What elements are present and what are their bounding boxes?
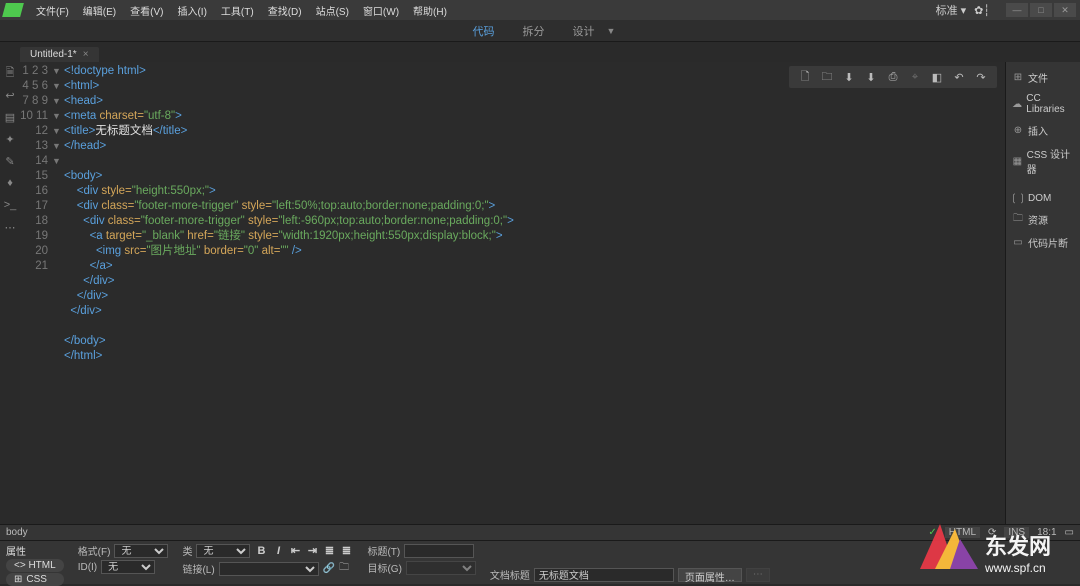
css-icon: ▦ (1012, 155, 1023, 167)
menu-find[interactable]: 查找(D) (262, 1, 308, 20)
more-icon[interactable]: ⋯ (3, 220, 17, 234)
status-cursor-pos: 18:1 (1037, 527, 1056, 538)
view-switch-bar: 代码 拆分 设计 ▼ (0, 20, 1080, 42)
close-button[interactable]: ✕ (1054, 3, 1076, 17)
props-target-label: 目标(G) (367, 560, 401, 575)
inspect-icon: ⌖ (907, 69, 923, 85)
view-design-button[interactable]: 设计 (565, 21, 603, 41)
panel-snippets[interactable]: ▭代码片断 (1006, 231, 1080, 254)
undo-icon[interactable]: ↶ (951, 69, 967, 85)
props-heading: 属性 (6, 543, 64, 558)
terminal-icon[interactable]: >_ (3, 198, 17, 212)
tab-bar: Untitled-1* × (0, 42, 1080, 62)
props-id-label: ID(I) (78, 562, 97, 573)
panel-cclibraries[interactable]: ☁CC Libraries (1006, 89, 1080, 119)
menu-insert[interactable]: 插入(I) (171, 1, 212, 20)
props-html-inspector[interactable]: <> HTML (6, 559, 64, 572)
save-icon[interactable]: ⬇ (841, 69, 857, 85)
props-class-label: 类 (182, 543, 192, 558)
props-target-select (406, 561, 476, 575)
menu-window[interactable]: 窗口(W) (357, 1, 405, 20)
menu-tools[interactable]: 工具(T) (215, 1, 260, 20)
left-toolbar: 🗎 ↩ ▤ ✦ ✎ ♦ >_ ⋯ (0, 62, 20, 524)
right-panels: ⊞文件 ☁CC Libraries ⊕插入 ▦CSS 设计器 ❲❳DOM 🗀资源… (1005, 62, 1080, 524)
preview-icon[interactable]: ◧ (929, 69, 945, 85)
list-props-button: ⋯ (746, 568, 770, 582)
redo-icon[interactable]: ↷ (973, 69, 989, 85)
format-icon[interactable]: ▤ (3, 110, 17, 124)
props-css-inspector[interactable]: ⊞CSS (6, 573, 64, 586)
props-link-label: 链接(L) (182, 561, 214, 576)
menu-edit[interactable]: 编辑(E) (77, 1, 122, 20)
view-split-button[interactable]: 拆分 (515, 21, 553, 41)
panel-assets[interactable]: 🗀资源 (1006, 208, 1080, 231)
panel-insert[interactable]: ⊕插入 (1006, 119, 1080, 142)
props-doctitle-input[interactable] (534, 568, 674, 582)
dom-icon: ❲❳ (1012, 192, 1024, 204)
tab-label: Untitled-1* (30, 49, 77, 60)
ol-button[interactable]: ≣ (339, 544, 353, 558)
brush-icon[interactable]: ✎ (3, 154, 17, 168)
link-browse-icon[interactable]: 🗀 (339, 560, 349, 577)
props-link-select[interactable] (219, 562, 319, 576)
panel-files[interactable]: ⊞文件 (1006, 66, 1080, 89)
bold-button[interactable]: B (254, 544, 268, 558)
props-doctitle-label: 文档标题 (490, 567, 530, 582)
settings-gear-icon[interactable]: ✿┆ (974, 4, 990, 17)
new-file-icon[interactable]: 🗋 (797, 69, 813, 85)
wrap-icon[interactable]: ↩ (3, 88, 17, 102)
ul-button[interactable]: ≣ (322, 544, 336, 558)
cloud-icon: ☁ (1012, 98, 1022, 110)
status-sync-icon[interactable]: ⟳ (988, 527, 996, 538)
print-icon[interactable]: ⎙ (885, 69, 901, 85)
code-editor[interactable]: 1 2 3 4 5 6 7 8 9 10 11 12 13 14 15 16 1… (20, 62, 1005, 524)
file-icon[interactable]: 🗎 (3, 66, 17, 80)
app-logo-icon (2, 3, 24, 17)
workspace-dropdown[interactable]: 标准 ▾ (936, 2, 967, 18)
panel-dom[interactable]: ❲❳DOM (1006, 188, 1080, 208)
status-bar: body ✓ HTML ⟳ INS 18:1 ▭ (0, 524, 1080, 540)
status-overflow-icon[interactable]: ▭ (1065, 527, 1074, 538)
menu-file[interactable]: 文件(F) (30, 1, 75, 20)
insert-icon: ⊕ (1012, 125, 1024, 137)
props-format-label: 格式(F) (78, 543, 111, 558)
italic-button[interactable]: I (271, 544, 285, 558)
document-tab[interactable]: Untitled-1* × (20, 47, 99, 62)
maximize-button[interactable]: □ (1030, 3, 1052, 17)
properties-panel: 属性 <> HTML ⊞CSS 格式(F) 无 ID(I) 无 类 无 B I … (0, 540, 1080, 584)
open-folder-icon[interactable]: 🗀 (819, 69, 835, 85)
breadcrumb-body[interactable]: body (6, 527, 28, 538)
link-chain-icon[interactable]: 🔗 (323, 563, 335, 574)
chevron-down-icon[interactable]: ▼ (607, 26, 616, 36)
minimize-button[interactable]: — (1006, 3, 1028, 17)
props-id-select[interactable]: 无 (101, 560, 155, 574)
props-title-input[interactable] (404, 544, 474, 558)
status-ins-button[interactable]: INS (1004, 527, 1029, 538)
indent-right-button[interactable]: ⇥ (305, 544, 319, 558)
files-icon: ⊞ (1012, 72, 1024, 84)
indent-left-button[interactable]: ⇤ (288, 544, 302, 558)
assets-icon: 🗀 (1012, 214, 1024, 226)
status-html-button[interactable]: HTML (945, 527, 980, 538)
tab-close-icon[interactable]: × (83, 49, 89, 60)
editor-toolbar: 🗋 🗀 ⬇ ⬇ ⎙ ⌖ ◧ ↶ ↷ (789, 66, 997, 88)
view-code-button[interactable]: 代码 (465, 21, 503, 41)
props-title-label: 标题(T) (367, 543, 400, 558)
menubar: 文件(F) 编辑(E) 查看(V) 插入(I) 工具(T) 查找(D) 站点(S… (0, 0, 1080, 20)
status-check-icon[interactable]: ✓ (928, 527, 936, 538)
panel-css[interactable]: ▦CSS 设计器 (1006, 142, 1080, 180)
snippets-icon: ▭ (1012, 237, 1024, 249)
menu-view[interactable]: 查看(V) (124, 1, 169, 20)
menu-site[interactable]: 站点(S) (310, 1, 355, 20)
props-class-select[interactable]: 无 (196, 544, 250, 558)
menu-help[interactable]: 帮助(H) (407, 1, 453, 20)
props-format-select[interactable]: 无 (114, 544, 168, 558)
save-all-icon[interactable]: ⬇ (863, 69, 879, 85)
tag-icon[interactable]: ✦ (3, 132, 17, 146)
page-properties-button[interactable]: 页面属性… (678, 568, 742, 582)
drop-icon[interactable]: ♦ (3, 176, 17, 190)
